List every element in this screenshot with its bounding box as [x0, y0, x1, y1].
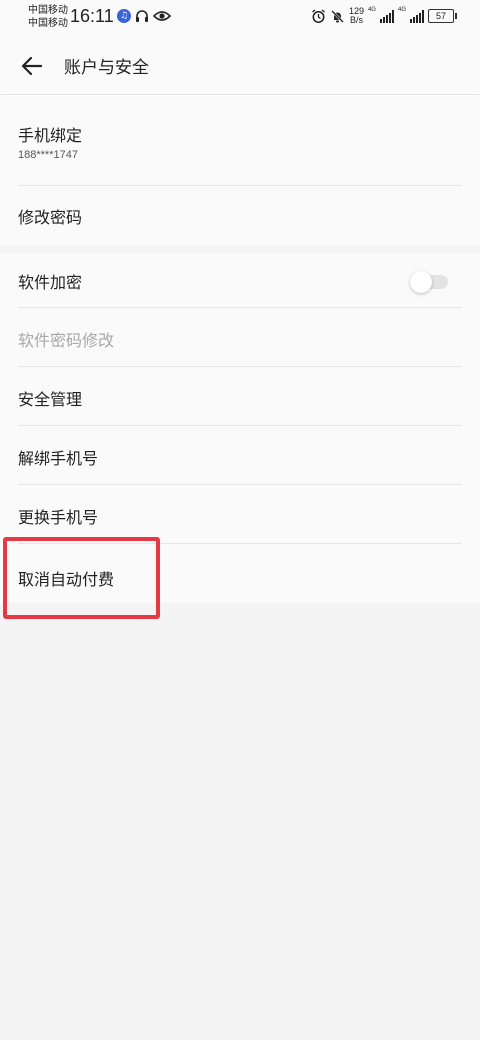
- status-icons-left: ♫: [117, 9, 171, 23]
- carrier-1: 中国移动: [28, 5, 68, 16]
- battery-icon: 57: [428, 9, 457, 23]
- status-icons-right: 129 B/s 4G 4G 57: [311, 7, 457, 25]
- change-phone-label: 更换手机号: [18, 508, 99, 527]
- signal-1-label: 4G: [367, 7, 376, 13]
- carrier-info: 中国移动 中国移动: [28, 4, 68, 30]
- back-arrow-icon[interactable]: [18, 52, 46, 80]
- mute-icon: [331, 9, 344, 23]
- software-encryption-label: 软件加密: [18, 273, 83, 292]
- phone-binding-value: 188****1747: [18, 149, 78, 161]
- carrier-2: 中国移动: [28, 18, 68, 29]
- headphones-icon: [136, 10, 148, 22]
- eye-icon: [153, 11, 171, 21]
- toggle-thumb: [410, 271, 432, 293]
- clock: 16:11: [70, 6, 114, 26]
- highlight-frame: [3, 537, 160, 619]
- page-title: 账户与安全: [64, 58, 149, 78]
- security-management-row[interactable]: 安全管理: [18, 367, 462, 426]
- network-speed: 129 B/s: [349, 7, 364, 25]
- network-speed-unit: B/s: [349, 15, 363, 25]
- phone-binding-label: 手机绑定: [18, 126, 83, 145]
- software-encryption-row: 软件加密: [18, 253, 462, 308]
- change-password-row[interactable]: 修改密码: [18, 186, 462, 245]
- signal-2-icon: [410, 9, 424, 23]
- software-password-change-row: 软件密码修改: [18, 308, 462, 367]
- music-icon: ♫: [117, 9, 131, 23]
- battery-level: 57: [435, 11, 446, 21]
- phone-binding-row[interactable]: 手机绑定 188****1747: [18, 95, 462, 186]
- security-management-label: 安全管理: [18, 390, 83, 409]
- signal-2-label: 4G: [397, 7, 406, 13]
- signal-1-icon: [379, 9, 394, 23]
- unbind-phone-label: 解绑手机号: [18, 449, 99, 468]
- software-password-change-label: 软件密码修改: [18, 331, 115, 350]
- change-password-label: 修改密码: [18, 208, 83, 227]
- change-phone-row[interactable]: 更换手机号: [18, 485, 462, 544]
- app-bar: 账户与安全: [0, 36, 480, 94]
- account-section: 手机绑定 188****1747 修改密码: [0, 95, 480, 245]
- unbind-phone-row[interactable]: 解绑手机号: [18, 426, 462, 485]
- software-encryption-toggle[interactable]: [410, 271, 448, 293]
- status-bar: 中国移动 中国移动 16:11 ♫ 129 B/s 4G 4G 57: [0, 0, 480, 36]
- alarm-icon: [312, 8, 325, 23]
